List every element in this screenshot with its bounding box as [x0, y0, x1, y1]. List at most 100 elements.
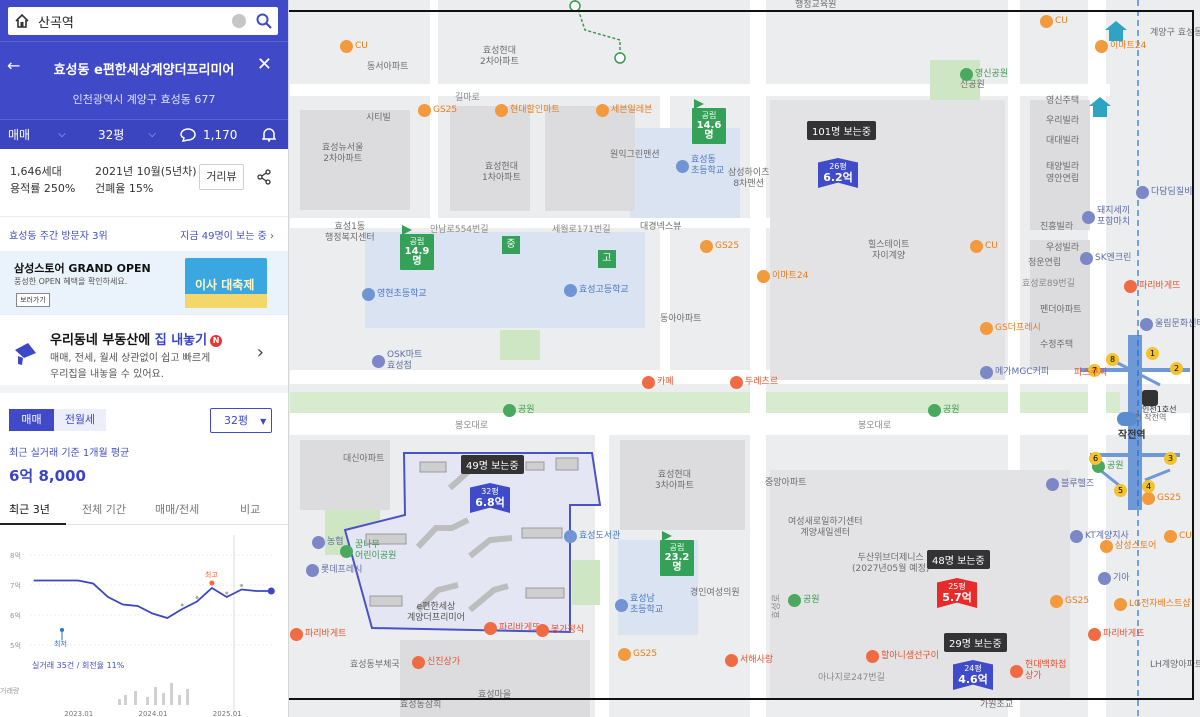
food-poi[interactable]: 파리바게뜨	[1088, 628, 1144, 641]
store-poi[interactable]: GS25	[1142, 492, 1181, 505]
high-school-flag[interactable]: 고	[598, 250, 616, 268]
exit-badge[interactable]: 8	[1106, 353, 1119, 366]
etc-poi[interactable]: 돼지세끼 포항마치	[1082, 206, 1130, 228]
tab-all-period[interactable]: 전체 기간	[82, 501, 126, 517]
school-poi[interactable]: 효성고등학교	[564, 284, 629, 297]
house-icon[interactable]	[1104, 20, 1128, 42]
size-select[interactable]: 32평 ▼	[210, 408, 272, 433]
trade-type-dropdown[interactable]: 매매 ⌵	[0, 126, 78, 143]
food-poi[interactable]: 서해사랑	[725, 654, 773, 667]
school-flag[interactable]: 공립 14.9명	[400, 225, 434, 270]
etc-poi[interactable]: 울림문화센터	[1140, 318, 1200, 331]
price-chart[interactable]: 8억 7억 6억 5억 최고최저실거래 35건 / 회전율 11% 거래량 2023.01 2…	[0, 535, 289, 717]
tab-rent[interactable]: 전월세	[54, 409, 106, 431]
food-poi[interactable]: 카폐	[642, 376, 674, 389]
store-poi[interactable]: GS25	[618, 648, 657, 661]
house-icon[interactable]	[1088, 96, 1112, 118]
etc-poi[interactable]: 다담딤질비	[1136, 186, 1192, 199]
school-flag[interactable]: 공립 23.2명	[660, 531, 694, 576]
size-dropdown[interactable]: 32평 ⌵	[78, 126, 168, 143]
etc-poi[interactable]: SK엔크린	[1080, 252, 1131, 265]
exit-badge[interactable]: 1	[1146, 347, 1159, 360]
price-pin[interactable]: 32평 6.8억	[470, 483, 510, 519]
home-icon[interactable]	[14, 13, 30, 29]
store-poi[interactable]: GS25	[1050, 595, 1089, 608]
exit-badge[interactable]: 6	[1089, 452, 1102, 465]
search-box[interactable]: 산곡역	[8, 7, 278, 35]
park-poi[interactable]: 꿈나무 어린이공원	[340, 540, 396, 562]
etc-poi[interactable]: 메가MGC커피	[980, 366, 1049, 379]
sell-listing-promo[interactable]: 우리동네 부동산에 집 내놓기 N 매매, 전세, 월세 상관없이 쉽고 빠르게 우…	[0, 314, 288, 393]
food-poi[interactable]: 현대백화점 상가	[1010, 660, 1066, 682]
store-poi[interactable]: LG전자베스트샵	[1114, 598, 1191, 611]
park-poi[interactable]: 공원	[928, 404, 960, 417]
store-poi[interactable]: 이마트24	[757, 270, 808, 283]
volume-bar	[146, 697, 149, 705]
low-marker	[60, 628, 64, 632]
etc-poi[interactable]: 기아	[1098, 572, 1130, 585]
comments-button[interactable]: 1,170	[168, 128, 248, 142]
map-label: 힐스테이트 자이계양	[868, 240, 910, 261]
school-poi[interactable]: 영현초등학교	[362, 288, 427, 301]
street-view-button[interactable]: 거리뷰	[199, 164, 244, 190]
store-poi[interactable]: CU	[970, 240, 998, 253]
share-icon[interactable]	[256, 169, 272, 185]
store-poi[interactable]: CU	[340, 40, 368, 53]
school-poi[interactable]: 효성남 초등학교	[615, 594, 663, 616]
exit-badge[interactable]: 3	[1164, 452, 1177, 465]
price-pin[interactable]: 25평 5.7억	[937, 578, 977, 614]
park-poi[interactable]: 공원	[503, 404, 535, 417]
clear-icon[interactable]	[232, 14, 246, 28]
food-poi[interactable]: 파리바게트	[290, 628, 346, 641]
search-input[interactable]: 산곡역	[38, 12, 232, 31]
store-poi[interactable]: 현대할인마트	[495, 104, 560, 117]
food-poi[interactable]: 파스쿠찌	[1074, 368, 1107, 379]
x-tick-label: 2024.01	[139, 710, 168, 717]
search-icon[interactable]	[256, 13, 272, 29]
store-poi[interactable]: GS25	[418, 104, 457, 117]
trade-point	[180, 603, 184, 607]
etc-poi[interactable]: 블루헬즈	[1046, 478, 1094, 491]
map-label: 중앙아파트	[765, 478, 807, 488]
school-poi[interactable]: 효성동 초등학교	[676, 155, 724, 177]
visitor-info[interactable]: 효성동 주간 방문자 3위 지금 49명이 보는 중 ›	[0, 216, 288, 251]
food-poi[interactable]: 할아니생선구이	[866, 650, 939, 663]
food-poi[interactable]: 파리바게뜨	[484, 622, 540, 635]
store-poi[interactable]: GS25	[700, 240, 739, 253]
middle-school-flag[interactable]: 중	[502, 236, 520, 254]
etc-poi[interactable]: KT계양지사	[1070, 530, 1129, 543]
store-poi[interactable]: 세븐일레븐	[596, 104, 652, 117]
price-pin[interactable]: 26평 6.2억	[818, 158, 858, 194]
store-poi[interactable]: CU	[1164, 530, 1192, 543]
etc-poi[interactable]: 농협	[312, 536, 344, 549]
price-pin[interactable]: 24평 4.6억	[953, 660, 993, 696]
school-flag[interactable]: 공립 14.6명	[692, 99, 726, 144]
food-poi[interactable]: 파리바게뜨	[1124, 280, 1180, 293]
tab-compare[interactable]: 비교	[240, 501, 260, 517]
exit-badge[interactable]: 5	[1114, 484, 1127, 497]
exit-badge[interactable]: 4	[1142, 480, 1155, 493]
exit-badge[interactable]: 2	[1170, 362, 1183, 375]
park-poi[interactable]: 공원	[788, 594, 820, 607]
tab-buy[interactable]: 매매	[9, 409, 54, 431]
alarm-button[interactable]	[248, 127, 288, 142]
etc-poi[interactable]: 롯데프레시	[306, 564, 362, 577]
x-tick-label: 2023.01	[64, 710, 93, 717]
tab-buy-rent[interactable]: 매매/전세	[155, 501, 199, 517]
park-poi[interactable]: 영신공원	[960, 68, 1008, 81]
school-poi[interactable]: 효성도서관	[564, 530, 620, 543]
food-poi[interactable]: 봉가정식	[536, 624, 584, 637]
etc-poi[interactable]: OSK마트 효성점	[372, 350, 422, 372]
store-poi[interactable]: CU	[1040, 15, 1068, 28]
chevron-down-icon: ⌵	[148, 129, 156, 140]
close-icon[interactable]: ✕	[257, 54, 272, 75]
latest-point	[267, 587, 275, 595]
food-poi[interactable]: 두레츠르	[730, 376, 778, 389]
store-poi[interactable]: GS더프레시	[980, 322, 1041, 335]
map-label: 영신주택	[1046, 96, 1080, 106]
ad-banner[interactable]: 삼성스토어 GRAND OPEN 풍성한 OPEN 혜택을 확인하세요. 보러가…	[0, 251, 288, 314]
station-name[interactable]: 작전역	[1118, 426, 1146, 441]
food-poi[interactable]: 신진상가	[412, 656, 460, 669]
tab-recent-3y[interactable]: 최근 3년	[9, 501, 50, 517]
banner-button[interactable]: 보러가기	[16, 293, 50, 307]
